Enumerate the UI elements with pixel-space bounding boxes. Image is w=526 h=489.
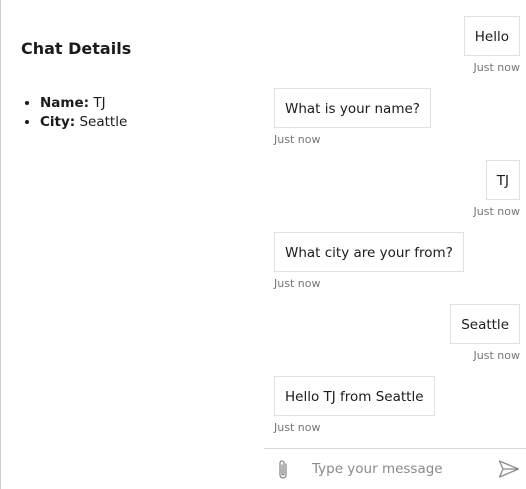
chat-details-title: Chat Details: [21, 39, 132, 58]
message-timestamp: Just now: [473, 61, 520, 74]
detail-value: Seattle: [75, 114, 128, 130]
message-outgoing: Seattle Just now: [450, 304, 520, 363]
detail-item-name: Name: TJ: [40, 94, 251, 113]
message-composer: [264, 448, 526, 489]
details-list: Name: TJ City: Seattle: [21, 94, 251, 132]
message-outgoing: TJ Just now: [474, 160, 520, 219]
message-incoming: What is your name? Just now: [274, 88, 431, 147]
message-timestamp: Just now: [274, 133, 321, 146]
message-bubble: TJ: [485, 160, 520, 200]
message-bubble: Seattle: [450, 304, 520, 344]
paperclip-icon[interactable]: [275, 458, 291, 482]
detail-label: Name:: [40, 95, 90, 111]
message-list: Hello Just now What is your name? Just n…: [274, 0, 520, 448]
detail-value: TJ: [89, 95, 106, 111]
message-input[interactable]: [312, 457, 482, 481]
message-incoming: What city are your from? Just now: [274, 232, 464, 291]
message-timestamp: Just now: [473, 349, 520, 362]
chat-app: Chat Details Name: TJ City: Seattle Hell…: [0, 0, 526, 489]
message-bubble: Hello: [463, 16, 520, 56]
message-incoming: Hello TJ from Seattle Just now: [274, 376, 435, 435]
chat-details-panel: Chat Details Name: TJ City: Seattle: [21, 38, 251, 132]
message-timestamp: Just now: [274, 277, 321, 290]
message-bubble: What city are your from?: [274, 232, 464, 272]
message-bubble: Hello TJ from Seattle: [274, 376, 435, 416]
message-timestamp: Just now: [473, 205, 520, 218]
detail-item-city: City: Seattle: [40, 113, 251, 132]
detail-label: City:: [40, 114, 76, 130]
message-timestamp: Just now: [274, 421, 321, 434]
message-bubble: What is your name?: [274, 88, 431, 128]
send-icon[interactable]: [498, 459, 520, 479]
panel-divider: [0, 0, 1, 489]
message-outgoing: Hello Just now: [463, 16, 520, 75]
